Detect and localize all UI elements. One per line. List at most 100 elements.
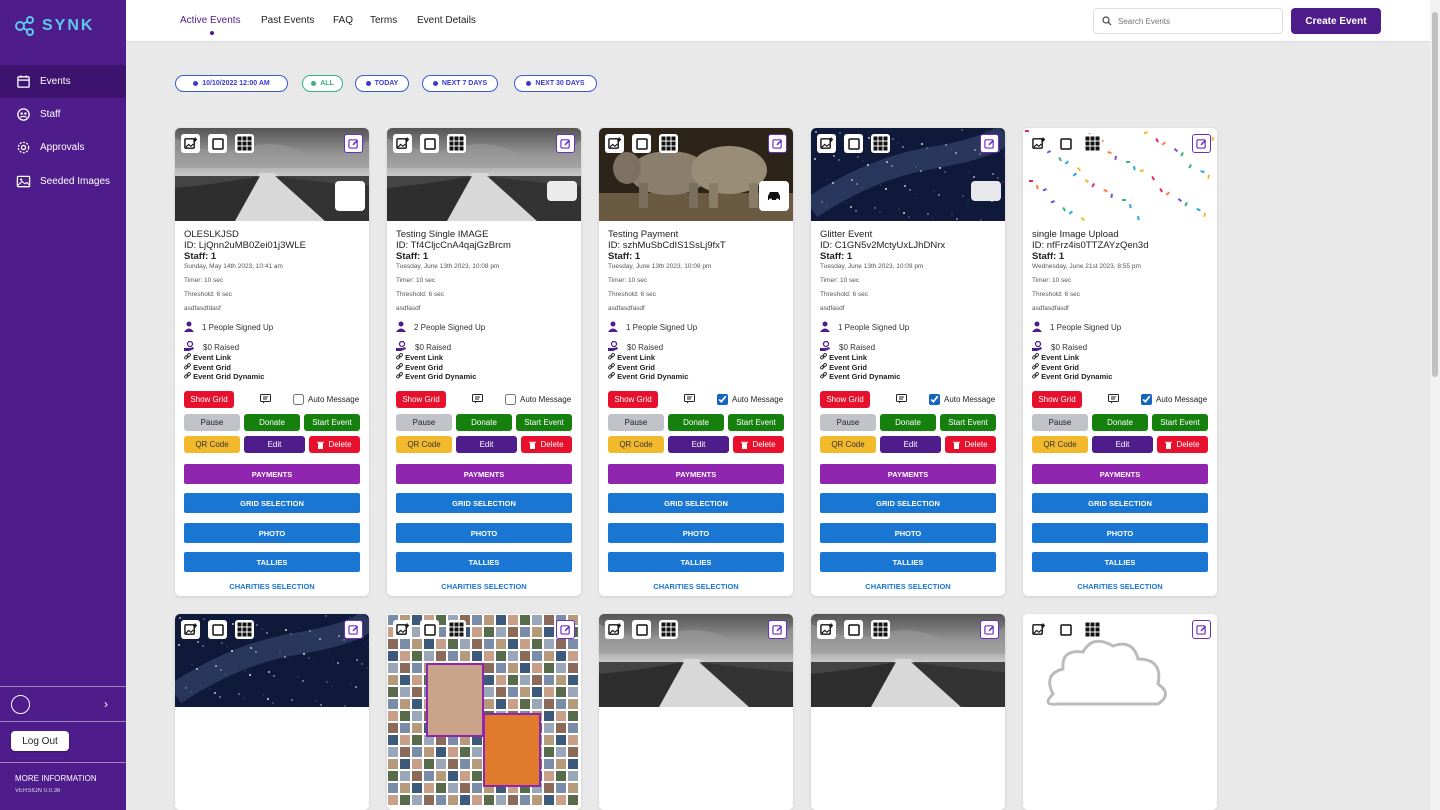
event-grid-link[interactable]: Event Grid <box>1032 363 1208 373</box>
auto-message-checkbox[interactable] <box>1141 394 1152 405</box>
grid-icon[interactable] <box>1083 620 1102 639</box>
grid-selection-button[interactable]: GRID SELECTION <box>1032 493 1208 513</box>
search-input[interactable] <box>1118 16 1268 26</box>
sidebar-item-seeded-images[interactable]: Seeded Images <box>0 165 126 198</box>
photo-button[interactable]: PHOTO <box>820 523 996 543</box>
photo-button[interactable]: PHOTO <box>608 523 784 543</box>
logout-button[interactable]: Log Out <box>11 731 69 751</box>
tab-faq[interactable]: FAQ <box>333 15 353 26</box>
show-grid-button[interactable]: Show Grid <box>396 391 446 408</box>
event-grid-link[interactable]: Event Grid <box>608 363 784 373</box>
message-icon[interactable] <box>1108 393 1119 406</box>
add-image-icon[interactable] <box>393 134 412 153</box>
grid-icon[interactable] <box>447 134 466 153</box>
grid-icon[interactable] <box>659 134 678 153</box>
single-image-icon[interactable] <box>208 620 227 639</box>
photo-button[interactable]: PHOTO <box>1032 523 1208 543</box>
add-image-icon[interactable] <box>605 620 624 639</box>
tab-past-events[interactable]: Past Events <box>261 15 314 26</box>
add-image-icon[interactable] <box>817 620 836 639</box>
qr-code-button[interactable]: QR Code <box>184 436 240 453</box>
add-image-icon[interactable] <box>1029 620 1048 639</box>
grid-selection-button[interactable]: GRID SELECTION <box>184 493 360 513</box>
auto-message-checkbox[interactable] <box>717 394 728 405</box>
tab-terms[interactable]: Terms <box>370 15 397 26</box>
single-image-icon[interactable] <box>632 134 651 153</box>
single-image-icon[interactable] <box>1056 134 1075 153</box>
grid-icon[interactable] <box>1083 134 1102 153</box>
single-image-icon[interactable] <box>208 134 227 153</box>
event-link[interactable]: Event Link <box>820 353 996 363</box>
event-link[interactable]: Event Link <box>1032 353 1208 363</box>
tallies-button[interactable]: TALLIES <box>396 552 572 572</box>
filter-today-chip[interactable]: TODAY <box>355 75 409 92</box>
start-event-button[interactable]: Start Event <box>940 414 996 431</box>
event-grid-link[interactable]: Event Grid <box>820 363 996 373</box>
event-grid-dynamic-link[interactable]: Event Grid Dynamic <box>1032 372 1208 382</box>
grid-icon[interactable] <box>871 134 890 153</box>
single-image-icon[interactable] <box>420 134 439 153</box>
tallies-button[interactable]: TALLIES <box>184 552 360 572</box>
event-grid-dynamic-link[interactable]: Event Grid Dynamic <box>396 372 572 382</box>
single-image-icon[interactable] <box>1056 620 1075 639</box>
grid-icon[interactable] <box>447 620 466 639</box>
charities-selection-link[interactable]: CHARITIES SELECTION <box>175 582 369 591</box>
add-image-icon[interactable] <box>605 134 624 153</box>
show-grid-button[interactable]: Show Grid <box>820 391 870 408</box>
photo-button[interactable]: PHOTO <box>184 523 360 543</box>
add-image-icon[interactable] <box>181 134 200 153</box>
edit-image-icon[interactable] <box>556 134 575 153</box>
sidebar-item-approvals[interactable]: Approvals <box>0 131 126 164</box>
grid-icon[interactable] <box>235 620 254 639</box>
filter-next-7-days-chip[interactable]: NEXT 7 DAYS <box>422 75 498 92</box>
message-icon[interactable] <box>684 393 695 406</box>
start-event-button[interactable]: Start Event <box>1152 414 1208 431</box>
image-slot-button[interactable] <box>971 181 1001 201</box>
tab-event-details[interactable]: Event Details <box>417 15 476 26</box>
auto-message-toggle[interactable]: Auto Message <box>1141 394 1207 405</box>
payments-button[interactable]: PAYMENTS <box>608 464 784 484</box>
auto-message-checkbox[interactable] <box>293 394 304 405</box>
avatar[interactable] <box>11 695 30 714</box>
event-link[interactable]: Event Link <box>184 353 360 363</box>
edit-image-icon[interactable] <box>344 620 363 639</box>
start-event-button[interactable]: Start Event <box>304 414 360 431</box>
delete-button[interactable]: Delete <box>521 436 572 453</box>
image-slot-button[interactable] <box>335 181 365 211</box>
edit-button[interactable]: Edit <box>1092 436 1153 453</box>
delete-button[interactable]: Delete <box>733 436 784 453</box>
create-event-button[interactable]: Create Event <box>1291 8 1381 34</box>
donate-button[interactable]: Donate <box>668 414 724 431</box>
pause-button[interactable]: Pause <box>184 414 240 431</box>
delete-button[interactable]: Delete <box>1157 436 1208 453</box>
filter-next-30-days-chip[interactable]: NEXT 30 DAYS <box>514 75 597 92</box>
add-image-icon[interactable] <box>817 134 836 153</box>
edit-button[interactable]: Edit <box>668 436 729 453</box>
auto-message-checkbox[interactable] <box>505 394 516 405</box>
grid-icon[interactable] <box>871 620 890 639</box>
image-slot-button[interactable] <box>547 181 577 201</box>
event-grid-link[interactable]: Event Grid <box>396 363 572 373</box>
edit-image-icon[interactable] <box>768 134 787 153</box>
show-grid-button[interactable]: Show Grid <box>1032 391 1082 408</box>
qr-code-button[interactable]: QR Code <box>396 436 452 453</box>
date-filter-chip[interactable]: 10/10/2022 12:00 AM <box>175 75 288 92</box>
message-icon[interactable] <box>472 393 483 406</box>
edit-image-icon[interactable] <box>980 620 999 639</box>
payments-button[interactable]: PAYMENTS <box>184 464 360 484</box>
event-grid-dynamic-link[interactable]: Event Grid Dynamic <box>820 372 996 382</box>
edit-button[interactable]: Edit <box>880 436 941 453</box>
grid-selection-button[interactable]: GRID SELECTION <box>396 493 572 513</box>
charities-selection-link[interactable]: CHARITIES SELECTION <box>811 582 1005 591</box>
sidebar-item-staff[interactable]: Staff <box>0 98 126 131</box>
edit-button[interactable]: Edit <box>244 436 305 453</box>
edit-image-icon[interactable] <box>1192 620 1211 639</box>
auto-message-toggle[interactable]: Auto Message <box>929 394 995 405</box>
tallies-button[interactable]: TALLIES <box>820 552 996 572</box>
scroll-thumb[interactable] <box>1432 12 1438 377</box>
donate-button[interactable]: Donate <box>880 414 936 431</box>
pause-button[interactable]: Pause <box>1032 414 1088 431</box>
event-link[interactable]: Event Link <box>608 353 784 363</box>
qr-code-button[interactable]: QR Code <box>820 436 876 453</box>
edit-button[interactable]: Edit <box>456 436 517 453</box>
